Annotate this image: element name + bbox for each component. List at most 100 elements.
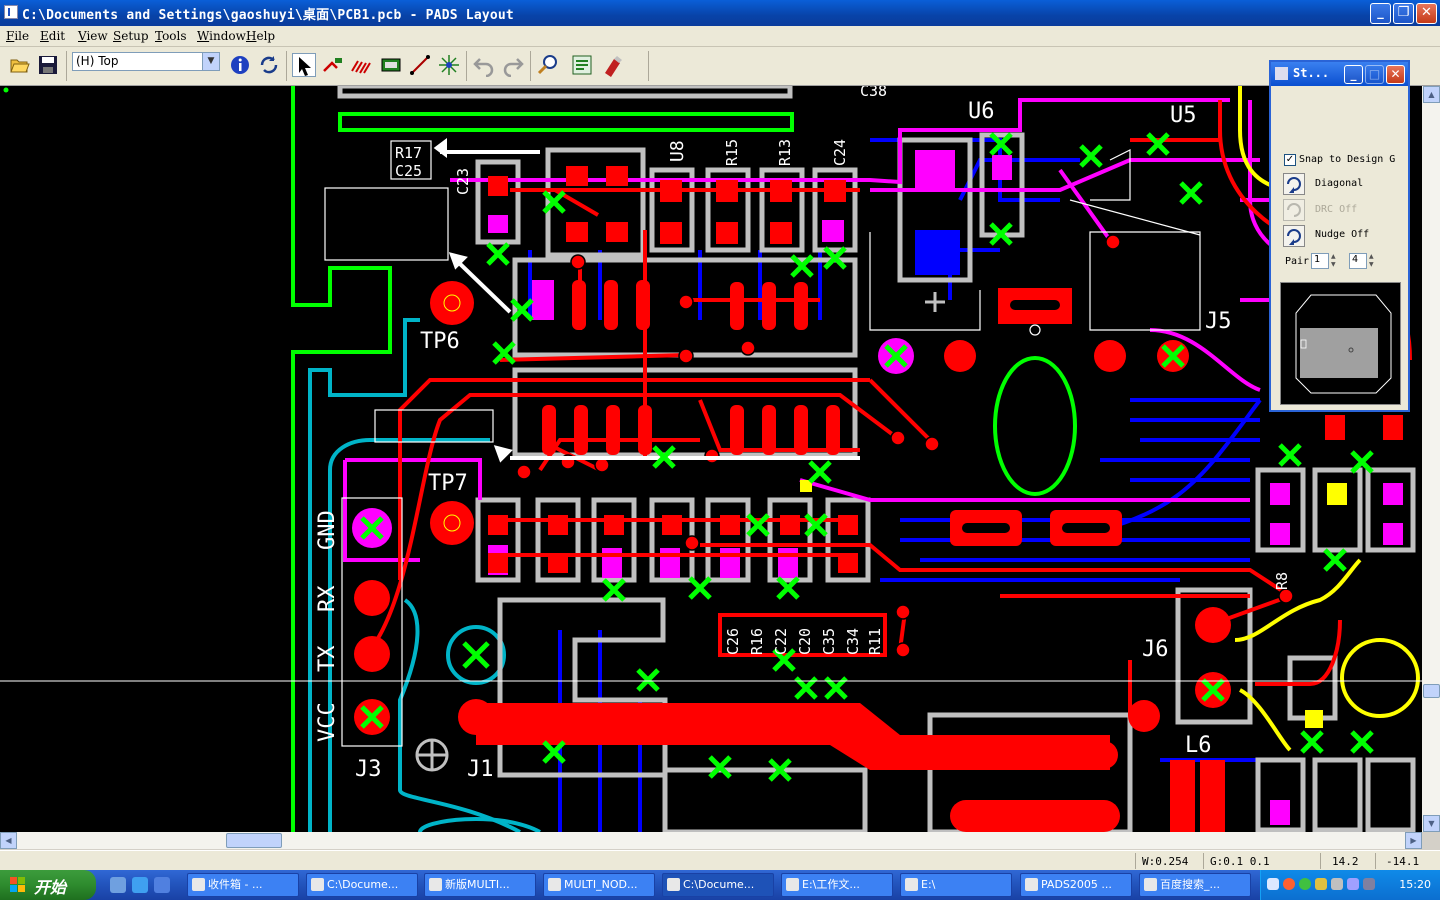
ratsnest-icon[interactable]	[437, 53, 461, 77]
toolbar-separator	[66, 51, 67, 81]
scroll-left-icon[interactable]: ◀	[0, 832, 17, 849]
layer-select-value: (H) Top	[76, 54, 119, 68]
task-work-folder[interactable]: E:\工作文...	[781, 873, 893, 897]
wire-icon[interactable]	[408, 53, 432, 77]
task-multi-node[interactable]: MULTI_NOD...	[543, 873, 655, 897]
menu-file[interactable]: File	[6, 29, 29, 43]
task-pads-layout[interactable]: C:\Docume...	[662, 873, 774, 897]
horizontal-scrollbar[interactable]: ◀ ▶	[0, 832, 1422, 849]
bus-route-icon[interactable]	[350, 53, 374, 77]
scroll-up-icon[interactable]: ▲	[1423, 86, 1440, 103]
label-r15: R15	[723, 139, 741, 166]
status-grid: G:0.1 0.1	[1210, 855, 1270, 868]
toolbar-separator	[286, 51, 287, 81]
refresh-icon[interactable]	[257, 53, 281, 77]
toolbar-separator	[648, 51, 649, 81]
printer-icon[interactable]	[1363, 878, 1375, 890]
properties-icon[interactable]	[570, 53, 594, 77]
status-bar: W:0.254 G:0.1 0.1 14.2 -14.1	[0, 850, 1440, 871]
menu-edit[interactable]: Edit	[40, 29, 65, 43]
network-icon[interactable]	[1299, 878, 1311, 890]
save-icon[interactable]	[36, 53, 60, 77]
routing-settings-panel: St... _ □ ✕ ✓ Snap to Design G Diagonal …	[1269, 60, 1410, 412]
panel-minimize-button[interactable]: _	[1344, 65, 1363, 84]
drc-label: DRC Off	[1315, 204, 1358, 215]
menu-setup[interactable]: Setup	[113, 29, 149, 43]
select-arrow-icon[interactable]	[292, 53, 316, 77]
label-r17: R17	[395, 144, 422, 162]
status-y: -14.1	[1386, 855, 1420, 868]
task-documents[interactable]: C:\Docume...	[306, 873, 418, 897]
open-folder-icon[interactable]	[8, 53, 32, 77]
task-multi-new[interactable]: 新版MULTI...	[424, 873, 536, 897]
undo-icon[interactable]	[472, 53, 496, 78]
label-j6: J6	[1142, 637, 1169, 662]
task-pads2005[interactable]: PADS2005 ...	[1020, 873, 1132, 897]
scroll-right-icon[interactable]: ▶	[1405, 832, 1422, 849]
volume-icon[interactable]	[1315, 878, 1327, 890]
panel-title-bar[interactable]: St... _ □ ✕	[1271, 62, 1408, 86]
update-icon[interactable]	[1347, 878, 1359, 890]
restore-button[interactable]: ❐	[1393, 3, 1414, 24]
task-baidu[interactable]: 百度搜索_...	[1139, 873, 1251, 897]
status-divider	[1203, 853, 1204, 869]
layer-select[interactable]: (H) Top ▼	[72, 52, 220, 71]
info-icon[interactable]	[228, 53, 252, 77]
zoom-icon[interactable]	[536, 53, 560, 77]
toolbar: (H) Top ▼	[0, 47, 1440, 86]
label-c24: C24	[831, 139, 849, 166]
vertical-scroll-thumb[interactable]	[1423, 684, 1440, 698]
label-u6: U6	[968, 99, 995, 124]
redo-icon[interactable]	[501, 53, 525, 78]
eraser-icon[interactable]	[601, 53, 625, 77]
nudge-icon[interactable]	[1283, 225, 1305, 247]
tray-app-icon[interactable]	[1283, 878, 1295, 890]
task-drive-e[interactable]: E:\	[900, 873, 1012, 897]
status-width: W:0.254	[1142, 855, 1189, 868]
menu-tools[interactable]: Tools	[155, 29, 187, 43]
pair-spinner-1-arrows[interactable]: ▲ ▼	[1331, 253, 1339, 269]
start-button[interactable]: 开始	[0, 870, 96, 900]
pair-spinner-2-arrows[interactable]: ▲ ▼	[1369, 253, 1377, 269]
keyboard-icon[interactable]	[1267, 878, 1279, 890]
pair-label: Pair	[1285, 256, 1310, 267]
drc-icon[interactable]	[1283, 199, 1305, 221]
minimize-button[interactable]: _	[1370, 3, 1391, 24]
menu-help[interactable]: Help	[246, 29, 275, 43]
pair-spinner-2[interactable]: 4	[1349, 253, 1367, 269]
board-preview[interactable]	[1280, 282, 1401, 405]
chevron-down-icon[interactable]: ▼	[202, 53, 219, 70]
label-gnd: GND	[315, 510, 340, 550]
label-c34: C34	[844, 628, 862, 655]
horizontal-scroll-thumb[interactable]	[226, 833, 282, 848]
snap-label: Snap to Design G	[1299, 154, 1396, 165]
show-desktop-icon[interactable]	[110, 877, 126, 893]
pcb-canvas[interactable]: R17 C25 C23 U8 R15 R13 C24 C38 U6 U5 J5 …	[0, 86, 1422, 832]
scroll-down-icon[interactable]: ▼	[1423, 815, 1440, 832]
close-button[interactable]: ✕	[1416, 3, 1437, 24]
snap-checkbox[interactable]: ✓	[1284, 154, 1296, 166]
diagonal-icon[interactable]	[1283, 173, 1305, 195]
menu-view[interactable]: View	[78, 29, 108, 43]
menu-window[interactable]: Window	[197, 29, 246, 43]
label-rx: RX	[315, 585, 340, 612]
vertical-scrollbar[interactable]: ▲ ▼	[1422, 86, 1440, 832]
task-inbox[interactable]: 收件箱 - ...	[187, 873, 299, 897]
toolbar-separator	[530, 51, 531, 81]
ie-icon[interactable]	[132, 877, 148, 893]
pair-spinner-1[interactable]: 1	[1311, 253, 1329, 269]
route-icon[interactable]	[321, 53, 345, 77]
status-divider	[1375, 853, 1376, 869]
label-tp7: TP7	[428, 471, 468, 496]
app-icon	[4, 5, 18, 19]
label-c20: C20	[796, 628, 814, 655]
panel-close-button[interactable]: ✕	[1386, 65, 1405, 84]
ie-icon-2[interactable]	[154, 877, 170, 893]
title-bar: C:\Documents and Settings\gaoshuyi\桌面\PC…	[0, 0, 1440, 26]
security-icon[interactable]	[1331, 878, 1343, 890]
component-icon[interactable]	[379, 53, 403, 77]
label-j1: J1	[467, 757, 494, 782]
clock: 15:20	[1399, 878, 1431, 891]
panel-maximize-button[interactable]: □	[1365, 65, 1384, 84]
label-c25: C25	[395, 162, 422, 180]
